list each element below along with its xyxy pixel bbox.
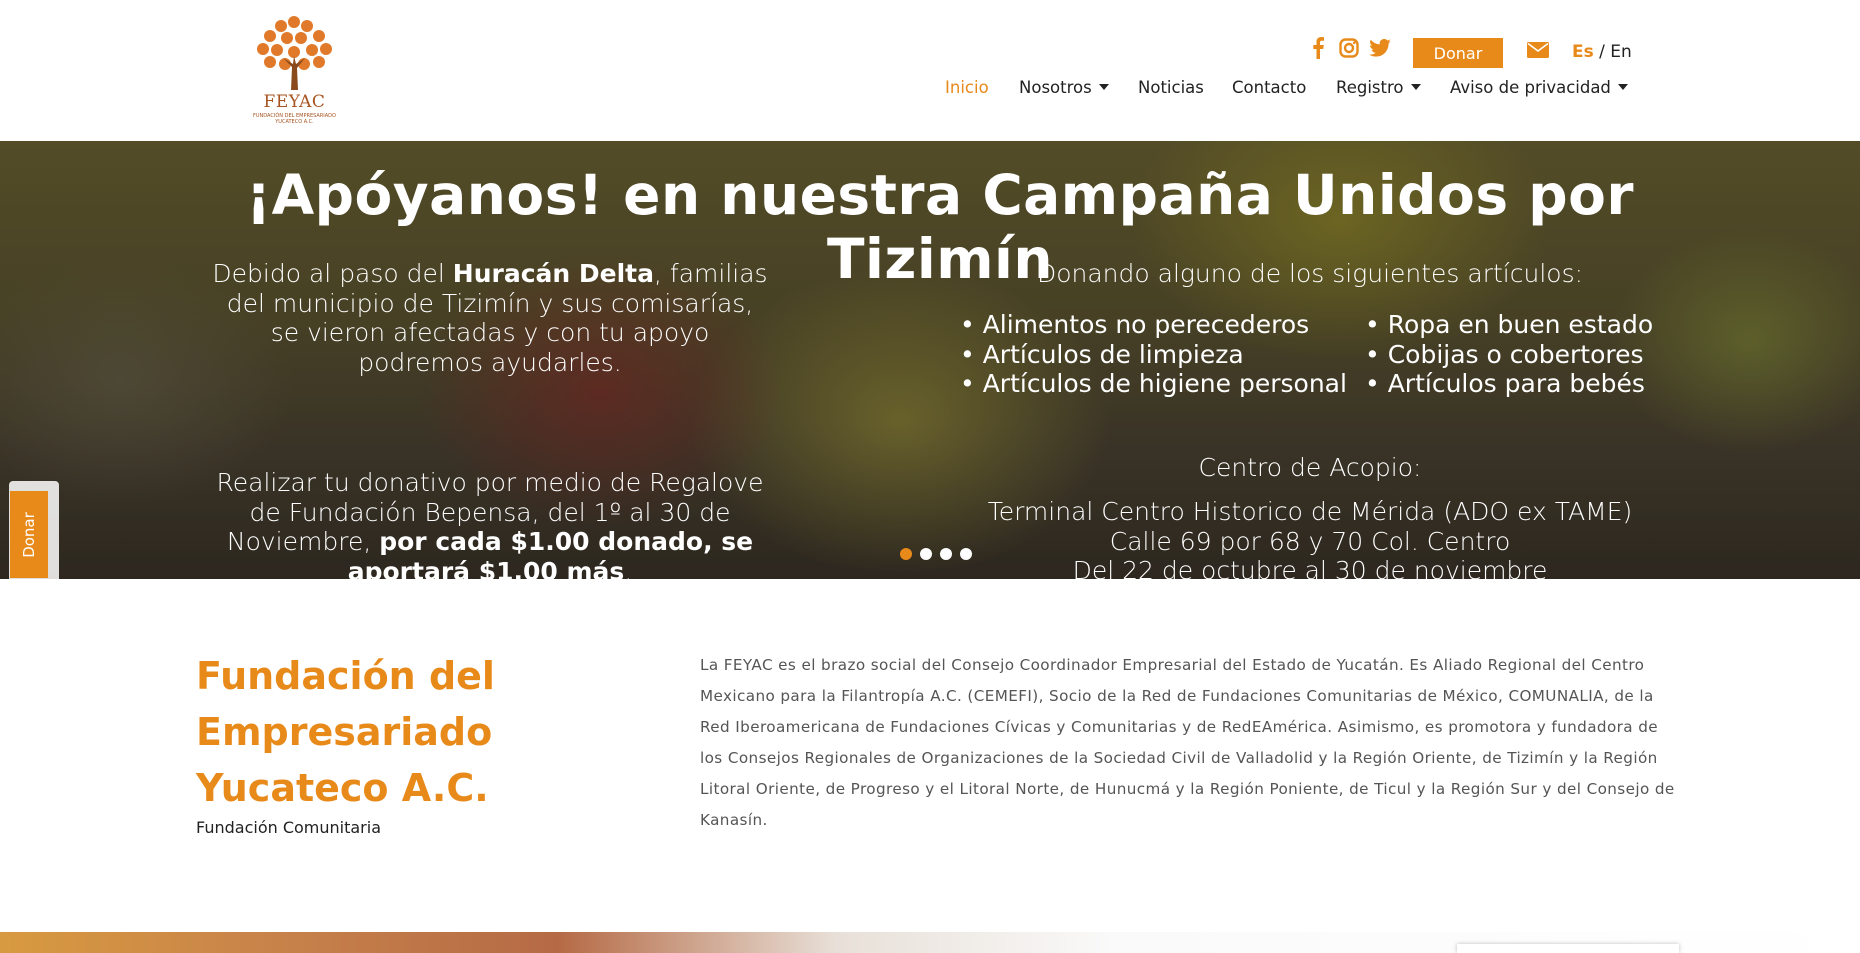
hero-left-paragraph-2: Realizar tu donativo por medio de Regalo… bbox=[210, 468, 770, 579]
hero-carousel[interactable]: ¡Apóyanos! en nuestra Campaña Unidos por… bbox=[0, 141, 1860, 579]
nav-nosotros-label: Nosotros bbox=[1019, 78, 1092, 97]
hero-right-heading: Donando alguno de los siguientes artícul… bbox=[1036, 259, 1584, 288]
acopio-details: Terminal Centro Historico de Mérida (ADO… bbox=[960, 497, 1660, 579]
lang-es-link[interactable]: Es bbox=[1572, 42, 1594, 62]
about-description: La FEYAC es el brazo social del Consejo … bbox=[700, 656, 1675, 829]
nav-aviso-label: Aviso de privacidad bbox=[1450, 78, 1611, 97]
chevron-down-icon bbox=[1410, 84, 1421, 90]
language-switcher: Es / En bbox=[1572, 42, 1632, 62]
carousel-dot[interactable] bbox=[900, 548, 912, 560]
about-title: Fundación del Empresariado Yucateco A.C. bbox=[196, 654, 495, 810]
lang-separator: / bbox=[1593, 42, 1611, 62]
facebook-icon[interactable] bbox=[1307, 37, 1329, 59]
chevron-down-icon bbox=[1098, 84, 1109, 90]
nav-contacto[interactable]: Contacto bbox=[1232, 78, 1306, 97]
nav-registro[interactable]: Registro bbox=[1336, 78, 1421, 97]
main-nav: Inicio Nosotros Noticias Contacto Regist… bbox=[0, 78, 1860, 102]
carousel-dot[interactable] bbox=[960, 548, 972, 560]
hero-left-p1-bold: Huracán Delta bbox=[452, 259, 655, 288]
instagram-icon[interactable] bbox=[1338, 37, 1360, 59]
nav-noticias[interactable]: Noticias bbox=[1138, 78, 1204, 97]
nav-inicio[interactable]: Inicio bbox=[945, 78, 989, 97]
hero-left-p1-a: Debido al paso del bbox=[212, 259, 453, 288]
acopio-heading: Centro de Acopio: bbox=[1198, 453, 1422, 482]
list-item: • Artículos para bebés bbox=[1365, 369, 1645, 398]
list-item: • Artículos de higiene personal bbox=[960, 369, 1347, 398]
nav-nosotros[interactable]: Nosotros bbox=[1019, 78, 1109, 97]
list-item: • Ropa en buen estado bbox=[1365, 310, 1654, 339]
hero-left-paragraph-1: Debido al paso del Huracán Delta, famili… bbox=[210, 259, 770, 377]
carousel-indicators bbox=[900, 548, 980, 560]
list-item: • Cobijas o cobertores bbox=[1365, 339, 1644, 369]
carousel-dot[interactable] bbox=[940, 548, 952, 560]
donation-items-list-left: • Alimentos no perecederos • Artículos d… bbox=[960, 310, 1347, 399]
side-donate-label: Donar bbox=[20, 511, 38, 558]
twitter-icon[interactable] bbox=[1369, 37, 1391, 59]
site-header: FEYAC FUNDACIÓN DEL EMPRESARIADO YUCATEC… bbox=[0, 0, 1860, 140]
social-links bbox=[1307, 37, 1400, 59]
acopio-line: Del 22 de octubre al 30 de noviembre bbox=[1072, 556, 1548, 579]
nav-aviso-privacidad[interactable]: Aviso de privacidad bbox=[1450, 78, 1628, 97]
hero-left-p2-bold: por cada $1.00 donado, se aportará $1.00… bbox=[347, 527, 754, 579]
donation-items-list-right: • Ropa en buen estado • Cobijas o cobert… bbox=[1365, 310, 1653, 399]
feyac-logo[interactable]: FEYAC FUNDACIÓN DEL EMPRESARIADO YUCATEC… bbox=[243, 12, 346, 125]
logo-subtext: FUNDACIÓN DEL EMPRESARIADO YUCATECO A.C. bbox=[253, 113, 336, 125]
about-subtitle: Fundación Comunitaria bbox=[196, 818, 382, 837]
chevron-down-icon bbox=[1617, 84, 1628, 90]
carousel-dot[interactable] bbox=[920, 548, 932, 560]
nav-registro-label: Registro bbox=[1336, 78, 1404, 97]
donate-button[interactable]: Donar bbox=[1413, 38, 1503, 68]
list-item: • Artículos de limpieza bbox=[960, 339, 1244, 369]
acopio-line: Calle 69 por 68 y 70 Col. Centro bbox=[1109, 526, 1511, 556]
acopio-line: Terminal Centro Historico de Mérida (ADO… bbox=[987, 497, 1633, 526]
side-donate-button[interactable]: Donar bbox=[10, 491, 48, 578]
hero-left-p2-c: . bbox=[624, 556, 633, 580]
lang-en-link[interactable]: En bbox=[1610, 42, 1632, 62]
next-section-card bbox=[1457, 944, 1679, 953]
list-item: • Alimentos no perecederos bbox=[960, 310, 1310, 339]
mail-icon[interactable] bbox=[1527, 42, 1549, 62]
